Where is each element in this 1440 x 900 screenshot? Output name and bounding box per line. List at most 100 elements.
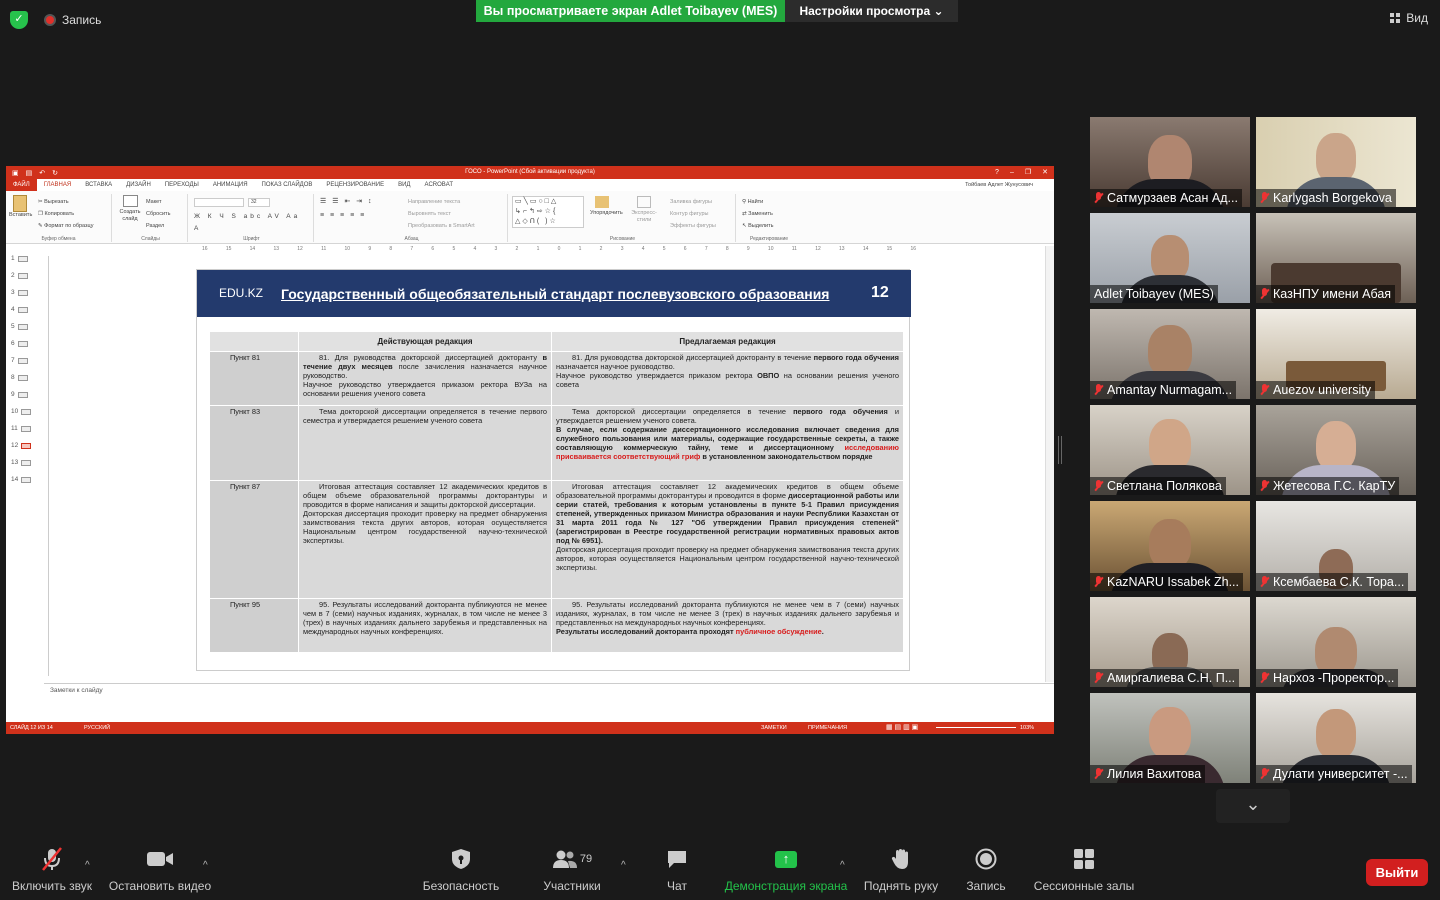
participant-tile[interactable]: Нархоз -Проректор... xyxy=(1256,597,1416,687)
participant-name: KazNARU Issabek Zh... xyxy=(1107,575,1239,589)
raise-hand-button[interactable]: Поднять руку xyxy=(860,844,942,900)
arrange-icon xyxy=(595,196,609,208)
clipboard-group-name: Буфер обмена xyxy=(41,236,76,242)
participants-button[interactable]: 79 Участники xyxy=(538,844,606,900)
participant-name: Жетесова Г.С. КарТУ xyxy=(1273,479,1396,493)
shield-icon xyxy=(420,844,502,874)
stop-video-button[interactable]: Остановить видео xyxy=(106,844,214,900)
align-text-label: Выровнять текст xyxy=(408,211,451,217)
participant-tile[interactable]: Светлана Полякова xyxy=(1090,405,1250,495)
menu-design: ДИЗАЙН xyxy=(126,182,151,188)
share-options-caret-icon[interactable]: ^ xyxy=(840,860,845,871)
slide-thumb: 7 xyxy=(6,352,44,369)
window-controls: ? – ❐ ✕ xyxy=(995,166,1048,179)
menu-slideshow: ПОКАЗ СЛАЙДОВ xyxy=(261,182,313,188)
unmute-button[interactable]: Включить звук xyxy=(8,844,96,900)
security-button[interactable]: Безопасность xyxy=(420,844,502,900)
ppt-status-bar: СЛАЙД 12 ИЗ 14 РУССКИЙ ЗАМЕТКИ ПРИМЕЧАНИ… xyxy=(6,722,1054,734)
breakout-rooms-button[interactable]: Сессионные залы xyxy=(1032,844,1136,900)
hand-icon xyxy=(860,844,942,874)
menu-insert: ВСТАВКА xyxy=(85,182,113,188)
leave-meeting-button[interactable]: Выйти xyxy=(1366,859,1428,886)
panel-resize-handle[interactable] xyxy=(1058,436,1062,464)
shared-screen-powerpoint: ▣ ▤ ↶ ↻ ГОСО - PowerPoint (Сбой активаци… xyxy=(6,166,1054,734)
participant-tile[interactable]: Дулати университет -... xyxy=(1256,693,1416,783)
current-text: 81. Для руководства докторской диссертац… xyxy=(298,351,552,406)
participant-tile[interactable]: KazNARU Issabek Zh... xyxy=(1090,501,1250,591)
proposed-text: 81. Для руководства докторской диссертац… xyxy=(551,351,904,406)
participant-tile[interactable]: Karlygash Borgekova xyxy=(1256,117,1416,207)
format-painter-label: Формат по образцу xyxy=(44,223,94,229)
record-dot-icon xyxy=(44,14,56,26)
stop-video-label: Остановить видео xyxy=(108,879,212,893)
proposed-text: Итоговая аттестация составляет 12 академ… xyxy=(551,480,904,599)
help-icon: ? xyxy=(995,169,999,176)
slide-thumb: 5 xyxy=(6,318,44,335)
select-label: Выделить xyxy=(748,223,774,229)
participant-tile[interactable]: Жетесова Г.С. КарТУ xyxy=(1256,405,1416,495)
audio-options-caret-icon[interactable]: ^ xyxy=(85,860,90,871)
participant-tile[interactable]: Amantay Nurmagam... xyxy=(1090,309,1250,399)
participant-tile[interactable]: Ксембаева С.К. Тора... xyxy=(1256,501,1416,591)
column-proposed-edition: Предлагаемая редакция xyxy=(551,331,904,352)
participant-tile[interactable]: Сатмурзаев Асан Ад... xyxy=(1090,117,1250,207)
new-slide-icon xyxy=(122,195,138,207)
record-button[interactable]: Запись xyxy=(962,844,1010,900)
menu-file: ФАЙЛ xyxy=(6,179,37,191)
list-icons: ☰ ☰ ⇤ ⇥ ↕ xyxy=(320,198,374,205)
view-button[interactable]: Вид xyxy=(1390,11,1428,25)
participant-tile[interactable]: КазНПУ имени Абая xyxy=(1256,213,1416,303)
ppt-ribbon: Вставить ✂ Вырезать ❐ Копировать ✎ Форма… xyxy=(6,191,1054,244)
replace-label: Заменить xyxy=(748,211,773,217)
participants-options-caret-icon[interactable]: ^ xyxy=(621,860,626,871)
participant-tile-active-speaker[interactable]: Adlet Toibayev (MES) xyxy=(1090,213,1250,303)
ribbon-clipboard-group: Вставить ✂ Вырезать ❐ Копировать ✎ Форма… xyxy=(6,194,112,242)
new-slide-button: Создать слайд xyxy=(117,195,143,223)
paragraph-actions: Направление текста Выровнять текст Преоб… xyxy=(408,196,475,232)
ribbon-slides-group: Создать слайд Макет Сбросить Раздел Слай… xyxy=(114,194,188,242)
video-camera-icon xyxy=(106,844,214,874)
security-shield-icon[interactable]: ✓ xyxy=(10,11,28,29)
view-label: Вид xyxy=(1406,11,1428,25)
participant-tile[interactable]: Амиргалиева С.Н. П... xyxy=(1090,597,1250,687)
show-more-participants-button[interactable]: ⌄ xyxy=(1216,789,1290,823)
screen-share-banner: Вы просматриваете экран Adlet Toibayev (… xyxy=(476,0,785,22)
muted-mic-icon xyxy=(1094,480,1103,492)
share-screen-button[interactable]: ↑ Демонстрация экрана xyxy=(722,844,850,900)
drawing-group-name: Рисование xyxy=(609,236,636,242)
font-name-box xyxy=(194,198,244,207)
table-row: Пункт 87 Итоговая аттестация составляет … xyxy=(209,480,904,599)
arrange-label: Упорядочить xyxy=(590,210,623,216)
participant-tile[interactable]: Auezov university xyxy=(1256,309,1416,399)
slide-thumb: 3 xyxy=(6,284,44,301)
recording-indicator[interactable]: Запись xyxy=(44,11,101,29)
participant-tile[interactable]: Лилия Вахитова xyxy=(1090,693,1250,783)
align-icons: ≡ ≡ ≡ ≡ ≡ xyxy=(320,212,367,219)
chat-button[interactable]: Чат xyxy=(656,844,698,900)
view-options-button[interactable]: Настройки просмотра ⌄ xyxy=(785,0,958,22)
slide-thumb: 11 xyxy=(6,420,44,437)
zoom-slider xyxy=(936,727,1016,728)
slide-thumb: 6 xyxy=(6,335,44,352)
font-size-box: 32 xyxy=(248,198,270,207)
editing-actions: ⚲ Найти ⇄ Заменить ↖ Выделить xyxy=(742,196,774,232)
raise-hand-label: Поднять руку xyxy=(863,879,939,893)
table-row: Пункт 95 95. Результаты исследований док… xyxy=(209,598,904,653)
slide-header: EDU.KZ Государственный общеобязательный … xyxy=(197,270,911,317)
participant-name: Светлана Полякова xyxy=(1107,479,1222,493)
slide-thumb: 14 xyxy=(6,471,44,488)
view-options-label: Настройки просмотра xyxy=(799,4,931,18)
row-label: Пункт 87 xyxy=(209,480,299,599)
clipboard-actions: ✂ Вырезать ❐ Копировать ✎ Формат по обра… xyxy=(38,196,93,232)
grid-view-icon xyxy=(1390,13,1401,23)
muted-mic-icon xyxy=(1260,672,1269,684)
unmute-label: Включить звук xyxy=(11,879,93,893)
muted-mic-icon xyxy=(1260,192,1269,204)
video-options-caret-icon[interactable]: ^ xyxy=(203,860,208,871)
section-label: Раздел xyxy=(146,223,165,229)
muted-mic-icon xyxy=(1260,576,1269,588)
current-text: Тема докторской диссертации определяется… xyxy=(298,405,552,481)
shape-effects-label: Эффекты фигуры xyxy=(670,223,716,229)
replace-icon: ⇄ xyxy=(742,211,747,217)
ribbon-font-group: 32 Ж К Ч S abc AV Aa A Шрифт xyxy=(190,194,314,242)
